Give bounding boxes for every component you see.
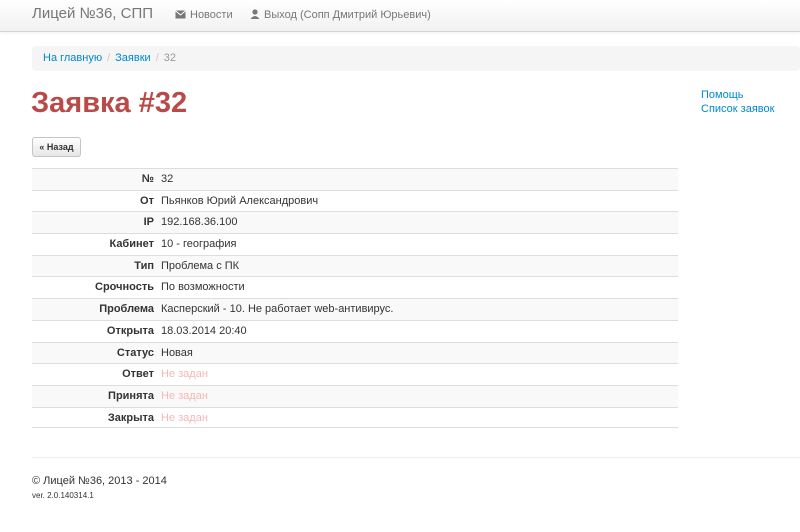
envelope-icon [175,10,186,22]
detail-row: От Пьянков Юрий Александрович [32,189,678,212]
request-details-table: № 32 От Пьянков Юрий Александрович IP 192.168… [32,168,678,429]
detail-value: Касперский - 10. Не работает web-антивир… [161,303,394,316]
detail-value: 18.03.2014 20:40 [161,324,247,337]
detail-label: Принята [108,389,154,402]
page-title: Заявка #32 [31,87,188,119]
detail-label: От [140,194,154,207]
detail-label: Открыта [106,324,154,337]
detail-label: Тип [134,259,154,272]
detail-row: Тип Проблема с ПК [32,254,678,277]
detail-label: IP [143,216,154,229]
detail-label: Ответ [122,368,154,381]
footer-copyright: © Лицей №36, 2013 - 2014 [32,475,167,487]
breadcrumb-current: 32 [163,52,176,64]
detail-row: Проблема Касперский - 10. Не работает web… [32,298,678,320]
detail-value: 10 - география [161,238,237,251]
user-icon [250,9,260,22]
breadcrumb-separator: / [107,52,111,64]
detail-row: Открыта 18.03.2014 20:40 [32,319,678,342]
detail-value: 32 [161,173,174,185]
sidebar-links: Помощь Список заявок [701,88,774,116]
nav-logout-label: Выход (Сопп Дмитрий Юрьевич) [264,9,431,21]
detail-label: Статус [116,346,154,359]
detail-value: По возможности [161,281,245,294]
detail-label: № [141,173,154,185]
detail-value: Не задан [161,368,208,381]
detail-value: Не задан [161,389,208,402]
detail-label: Кабинет [109,238,154,251]
detail-row: Кабинет 10 - география [32,233,678,255]
detail-row: Статус Новая [32,341,678,364]
detail-label: Закрыта [107,411,154,424]
breadcrumb: На главную / Заявки / 32 [32,46,800,71]
detail-label: Срочность [95,281,154,294]
detail-value: Не задан [161,411,208,424]
top-navbar: Лицей №36, СПП Новости Выход (Сопп Дмитр… [0,0,800,32]
breadcrumb-home-link[interactable]: На главную [43,52,102,64]
detail-value: Проблема с ПК [161,259,240,272]
detail-row: Ответ Не задан [32,363,678,385]
nav-news-link[interactable]: Новости [175,9,233,22]
breadcrumb-requests-link[interactable]: Заявки [115,52,151,64]
help-link[interactable]: Помощь [701,88,774,102]
detail-value: Пьянков Юрий Александрович [161,194,319,207]
detail-row: Срочность По возможности [32,276,678,298]
detail-row: Принята Не задан [32,384,678,407]
footer-divider [32,457,800,458]
detail-value: 192.168.36.100 [161,216,238,229]
footer-version: ver. 2.0.140314.1 [32,491,94,500]
nav-logout-link[interactable]: Выход (Сопп Дмитрий Юрьевич) [250,9,431,22]
detail-row: Закрыта Не задан [32,406,678,429]
detail-value: Новая [161,346,193,359]
requests-list-link[interactable]: Список заявок [701,102,774,116]
nav-news-label: Новости [190,9,233,21]
detail-label: Проблема [99,303,154,316]
breadcrumb-separator: / [155,52,159,64]
back-button[interactable]: « Назад [32,137,81,157]
detail-row: IP 192.168.36.100 [32,211,678,234]
detail-row: № 32 [32,168,678,190]
brand-link[interactable]: Лицей №36, СПП [32,5,153,22]
